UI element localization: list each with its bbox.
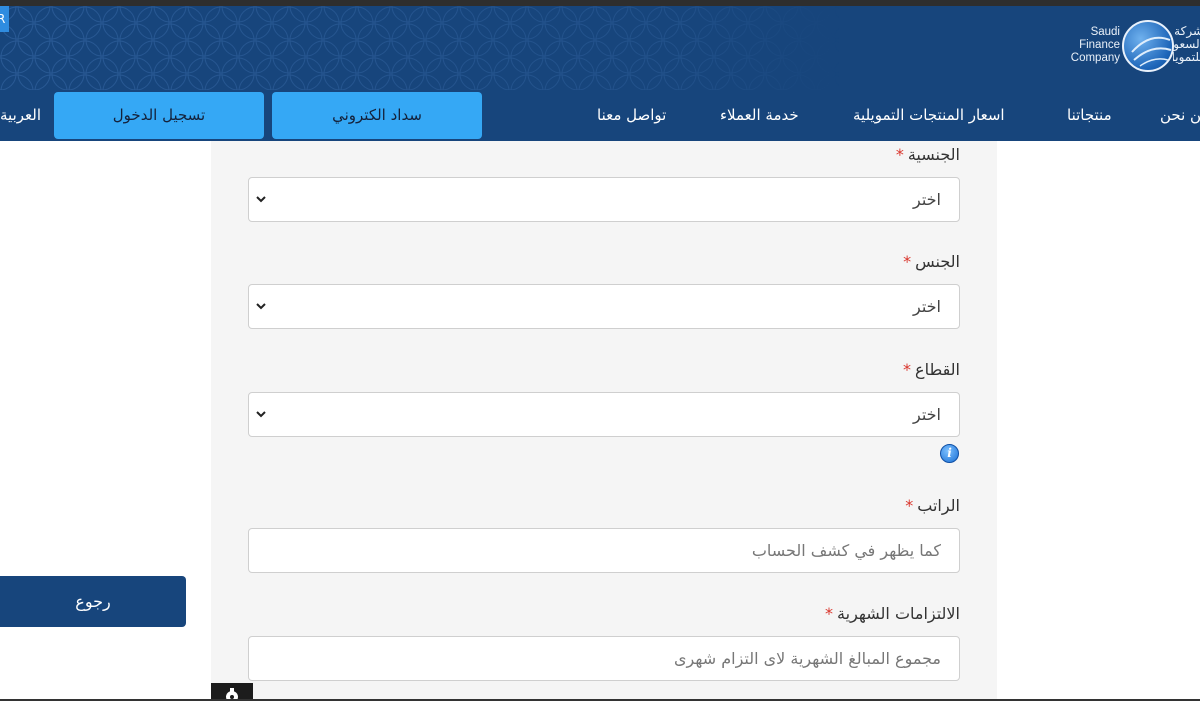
chevron-down-icon [256, 411, 266, 418]
required-marker: * [903, 360, 912, 379]
salary-input[interactable]: كما يظهر في كشف الحساب [248, 528, 960, 573]
nationality-select-value: اختر [913, 190, 941, 209]
nav-item-customer-service[interactable]: خدمة العملاء [720, 90, 799, 141]
nav-item-about[interactable]: من نحن [1160, 90, 1200, 141]
monthly-obligations-label: الالتزامات الشهرية* [825, 604, 960, 623]
login-button[interactable]: تسجيل الدخول [54, 92, 264, 139]
required-marker: * [825, 604, 834, 623]
chevron-down-icon [256, 303, 266, 310]
nav-item-contact-us[interactable]: تواصل معنا [597, 90, 666, 141]
sector-select[interactable]: اختر [248, 392, 960, 437]
required-marker: * [903, 252, 912, 271]
globe-logo-icon [1122, 20, 1174, 72]
main-nav: من نحن منتجاتنا اسعار المنتجات التمويلية… [0, 90, 1200, 141]
chevron-down-icon [256, 196, 266, 203]
logo-english-text: Saudi Finance Company [1070, 26, 1120, 64]
monthly-obligations-input[interactable]: مجموع المبالغ الشهرية لاى التزام شهرى [248, 636, 960, 681]
nationality-label: الجنسية* [895, 145, 960, 164]
required-marker: * [895, 145, 904, 164]
sector-label: القطاع* [903, 360, 960, 379]
header-pattern [0, 6, 840, 90]
gender-select-value: اختر [913, 297, 941, 316]
required-marker: * [905, 496, 914, 515]
monthly-obligations-input-placeholder: مجموع المبالغ الشهرية لاى التزام شهرى [674, 649, 941, 668]
site-header: Saudi Finance Company شركة السعودية للتم… [0, 6, 1200, 90]
sector-select-value: اختر [913, 405, 941, 424]
back-button[interactable]: رجوع [0, 576, 186, 627]
salary-input-placeholder: كما يظهر في كشف الحساب [751, 541, 941, 560]
gender-label: الجنس* [903, 252, 960, 271]
language-switch[interactable]: العربية [0, 90, 41, 141]
info-icon[interactable]: i [940, 444, 959, 463]
salary-label: الراتب* [905, 496, 960, 515]
corner-widget-button[interactable]: R [0, 6, 9, 32]
logo-arabic-text: شركة السعودية للتمويل [1173, 25, 1200, 64]
nav-item-products[interactable]: منتجاتنا [1067, 90, 1112, 141]
nav-item-product-prices[interactable]: اسعار المنتجات التمويلية [853, 90, 1005, 141]
nationality-select[interactable]: اختر [248, 177, 960, 222]
gender-select[interactable]: اختر [248, 284, 960, 329]
e-payment-button[interactable]: سداد الكتروني [272, 92, 482, 139]
company-logo[interactable]: Saudi Finance Company شركة السعودية للتم… [1060, 20, 1200, 76]
